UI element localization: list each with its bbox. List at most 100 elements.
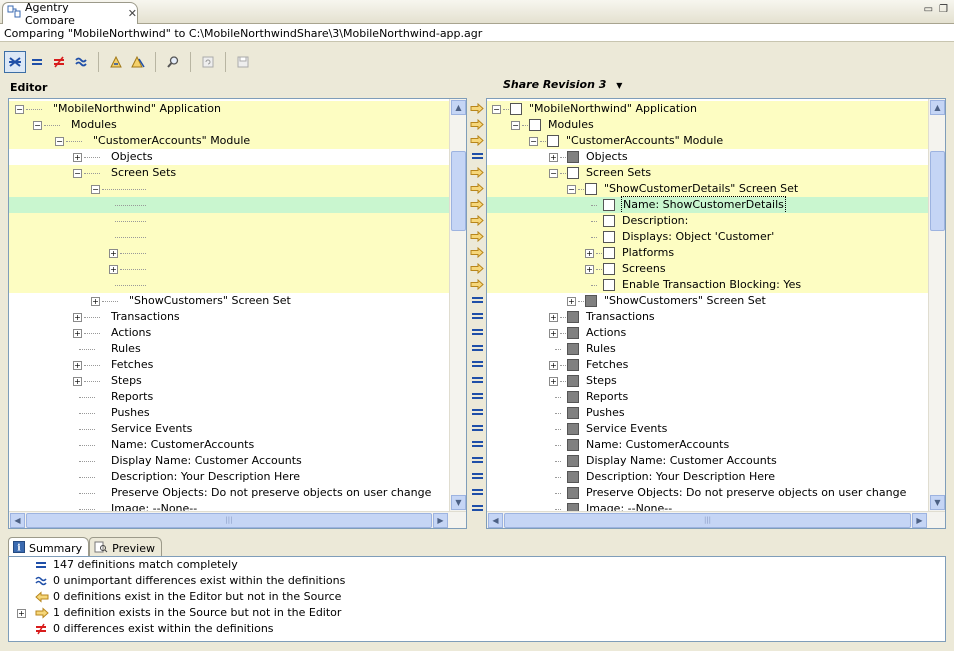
- tree-row[interactable]: Preserve Objects: Do not preserve object…: [9, 485, 449, 501]
- copy-arrow-icon[interactable]: [468, 100, 486, 116]
- tree-row[interactable]: Displays: Object 'Customer': [487, 229, 928, 245]
- tree-row[interactable]: Description: Your Description Here: [487, 469, 928, 485]
- unimportant-differences-button[interactable]: [70, 51, 92, 73]
- scroll-up-icon[interactable]: ▲: [451, 100, 466, 115]
- copy-arrow-icon[interactable]: [468, 228, 486, 244]
- tree-checkbox[interactable]: [603, 247, 615, 259]
- scroll-right-icon[interactable]: ▶: [912, 513, 927, 528]
- tree-row[interactable]: Display Name: Customer Accounts: [487, 453, 928, 469]
- tree-row[interactable]: + "ShowCustomers" Screen Set: [9, 293, 449, 309]
- tree-row[interactable]: Enable Transaction Blocking: Yes: [487, 277, 928, 293]
- expand-icon[interactable]: +: [549, 153, 558, 162]
- copy-left-button[interactable]: [105, 51, 127, 73]
- copy-arrow-icon[interactable]: [468, 244, 486, 260]
- tree-row[interactable]: − Modules: [487, 117, 928, 133]
- collapse-icon[interactable]: −: [492, 105, 501, 114]
- tree-row[interactable]: − "ShowCustomerDetails" Screen Set: [487, 181, 928, 197]
- tree-row[interactable]: [9, 197, 449, 213]
- expand-icon[interactable]: +: [585, 265, 594, 274]
- tree-row[interactable]: Rules: [487, 341, 928, 357]
- tree-row[interactable]: + Steps: [487, 373, 928, 389]
- tree-row[interactable]: Name: CustomerAccounts: [9, 437, 449, 453]
- close-icon[interactable]: ✕: [128, 7, 137, 20]
- scroll-right-icon[interactable]: ▶: [433, 513, 448, 528]
- tree-row[interactable]: + Actions: [9, 325, 449, 341]
- expand-icon[interactable]: +: [109, 249, 118, 258]
- tree-row[interactable]: [9, 277, 449, 293]
- tree-row[interactable]: − Screen Sets: [487, 165, 928, 181]
- tree-checkbox[interactable]: [585, 295, 597, 307]
- expand-icon[interactable]: +: [109, 265, 118, 274]
- collapse-icon[interactable]: −: [33, 121, 42, 130]
- tree-row[interactable]: + Steps: [9, 373, 449, 389]
- collapse-icon[interactable]: −: [549, 169, 558, 178]
- tree-row[interactable]: + Screens: [487, 261, 928, 277]
- copy-arrow-icon[interactable]: [468, 180, 486, 196]
- collapse-icon[interactable]: −: [529, 137, 538, 146]
- summary-row[interactable]: + 1 definition exists in the Source but …: [9, 605, 945, 621]
- scroll-thumb[interactable]: |||: [504, 513, 911, 528]
- collapse-icon[interactable]: −: [91, 185, 100, 194]
- tree-row[interactable]: Preserve Objects: Do not preserve object…: [487, 485, 928, 501]
- tree-checkbox[interactable]: [567, 167, 579, 179]
- tab-summary[interactable]: i Summary: [8, 537, 90, 557]
- tree-row[interactable]: +: [9, 261, 449, 277]
- collapse-icon[interactable]: −: [73, 169, 82, 178]
- tree-checkbox[interactable]: [567, 327, 579, 339]
- expand-icon[interactable]: +: [549, 313, 558, 322]
- tree-checkbox[interactable]: [567, 455, 579, 467]
- tree-checkbox[interactable]: [567, 311, 579, 323]
- tree-checkbox[interactable]: [603, 215, 615, 227]
- tree-checkbox[interactable]: [603, 279, 615, 291]
- tree-row[interactable]: Name: ShowCustomerDetails: [487, 196, 928, 214]
- tab-preview[interactable]: Preview: [89, 537, 162, 556]
- find-button[interactable]: [162, 51, 184, 73]
- expand-icon[interactable]: +: [73, 313, 82, 322]
- copy-arrow-icon[interactable]: [468, 196, 486, 212]
- tree-row[interactable]: [9, 229, 449, 245]
- maximize-icon[interactable]: ❐: [939, 4, 948, 15]
- tree-checkbox[interactable]: [603, 231, 615, 243]
- tree-row[interactable]: − "MobileNorthwind" Application: [9, 101, 449, 117]
- show-all-button[interactable]: [4, 51, 26, 73]
- tree-checkbox[interactable]: [567, 407, 579, 419]
- scroll-down-icon[interactable]: ▼: [451, 495, 466, 510]
- scroll-up-icon[interactable]: ▲: [930, 100, 945, 115]
- scroll-thumb[interactable]: [451, 151, 466, 231]
- revision-tree-pane[interactable]: − "MobileNorthwind" Application − Modules − "…: [486, 98, 946, 529]
- tree-row[interactable]: Pushes: [487, 405, 928, 421]
- tree-row[interactable]: Reports: [487, 389, 928, 405]
- differences-button[interactable]: [48, 51, 70, 73]
- tree-row[interactable]: Description:: [487, 213, 928, 229]
- collapse-icon[interactable]: −: [15, 105, 24, 114]
- tree-checkbox[interactable]: [603, 263, 615, 275]
- tab-agentry-compare[interactable]: Agentry Compare ✕: [2, 1, 138, 27]
- expand-icon[interactable]: +: [549, 377, 558, 386]
- tree-row[interactable]: + Transactions: [487, 309, 928, 325]
- expand-icon[interactable]: +: [585, 249, 594, 258]
- tree-row[interactable]: + Transactions: [9, 309, 449, 325]
- copy-all-button[interactable]: [127, 51, 149, 73]
- tree-row[interactable]: + "ShowCustomers" Screen Set: [487, 293, 928, 309]
- scroll-thumb[interactable]: |||: [26, 513, 432, 528]
- expand-icon[interactable]: +: [73, 377, 82, 386]
- tree-row[interactable]: + Actions: [487, 325, 928, 341]
- tree-row[interactable]: Pushes: [9, 405, 449, 421]
- tree-row[interactable]: − Modules: [9, 117, 449, 133]
- tree-row[interactable]: − "MobileNorthwind" Application: [487, 101, 928, 117]
- collapse-icon[interactable]: −: [567, 185, 576, 194]
- tree-row[interactable]: Display Name: Customer Accounts: [9, 453, 449, 469]
- expand-icon[interactable]: +: [549, 329, 558, 338]
- tree-checkbox[interactable]: [567, 487, 579, 499]
- matches-button[interactable]: [26, 51, 48, 73]
- tree-row[interactable]: + Objects: [9, 149, 449, 165]
- copy-arrow-icon[interactable]: [468, 164, 486, 180]
- tree-row[interactable]: +: [9, 245, 449, 261]
- tree-row[interactable]: Service Events: [9, 421, 449, 437]
- tree-checkbox[interactable]: [567, 439, 579, 451]
- expand-icon[interactable]: +: [73, 361, 82, 370]
- copy-arrow-icon[interactable]: [468, 116, 486, 132]
- tree-row[interactable]: [9, 213, 449, 229]
- expand-icon[interactable]: +: [73, 153, 82, 162]
- tree-checkbox[interactable]: [567, 343, 579, 355]
